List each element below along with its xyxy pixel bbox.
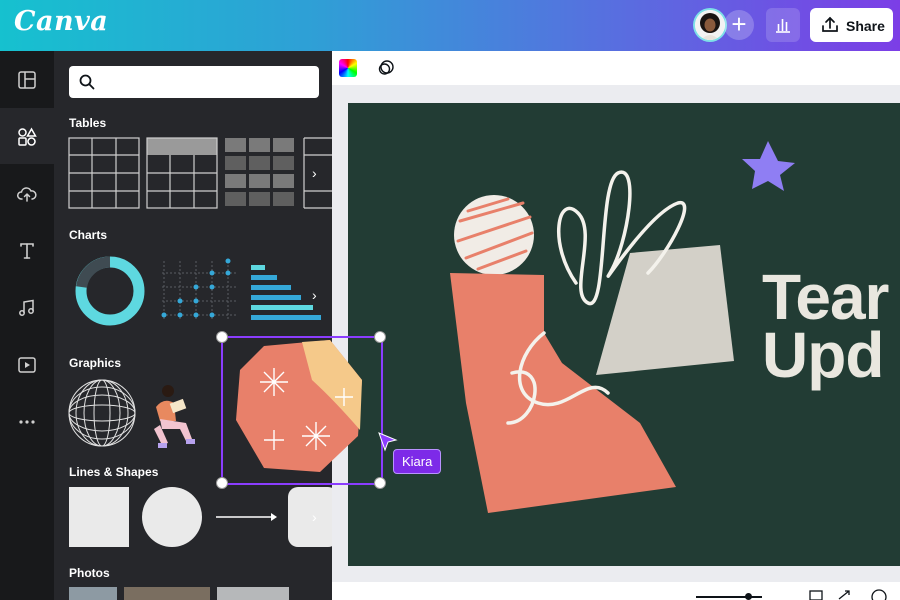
chart-thumb-bars[interactable] [251, 265, 321, 320]
selection-box[interactable] [221, 336, 383, 485]
fullscreen-icon[interactable] [837, 590, 851, 600]
rail-templates[interactable] [0, 51, 54, 107]
photo-thumb[interactable] [217, 587, 289, 600]
graphic-person-reading[interactable] [154, 385, 195, 448]
add-collaborator-button[interactable]: + [724, 10, 754, 40]
rail-text[interactable] [0, 222, 54, 278]
search-input[interactable] [69, 66, 319, 98]
charts-row [75, 256, 321, 326]
photo-thumb[interactable] [69, 587, 117, 600]
rail-elements[interactable] [0, 108, 54, 164]
side-rail [0, 51, 54, 600]
transparency-icon[interactable] [377, 59, 395, 77]
user-avatar[interactable] [695, 10, 725, 40]
bar-chart-icon [776, 19, 790, 33]
zoom-slider[interactable] [696, 596, 762, 598]
table-thumb-header[interactable] [146, 137, 218, 209]
shape-rounded-rect[interactable] [288, 487, 332, 547]
uploads-icon [17, 187, 37, 202]
collaborator-name-tag: Kiara [393, 449, 442, 474]
rail-video[interactable] [0, 336, 54, 392]
star-shape[interactable] [742, 141, 795, 191]
audio-icon [19, 299, 34, 316]
plus-icon: + [731, 9, 747, 39]
scribble-circle[interactable] [454, 195, 534, 275]
editor-toolbar [332, 51, 900, 85]
slide-title[interactable]: Tear Upd [762, 265, 889, 387]
tables-next-arrow[interactable]: › [312, 165, 317, 181]
elements-icon [18, 127, 37, 146]
pages-icon[interactable] [809, 590, 823, 600]
resize-handle[interactable] [216, 477, 228, 489]
rail-audio[interactable] [0, 279, 54, 335]
templates-icon [18, 71, 36, 89]
section-title-graphics: Graphics [69, 356, 122, 370]
design-slide[interactable]: Tear Upd [348, 103, 900, 566]
graphics-row [68, 379, 195, 448]
search-icon [79, 74, 95, 90]
table-thumb-partial[interactable] [303, 137, 332, 209]
chart-thumb-scatter[interactable] [161, 258, 239, 322]
table-thumb-grid[interactable] [68, 137, 140, 209]
shapes-row [69, 487, 332, 547]
section-title-tables: Tables [69, 116, 107, 130]
slide-title-line2: Upd [762, 319, 884, 391]
section-title-lines-shapes: Lines & Shapes [69, 465, 159, 479]
rail-more[interactable] [0, 393, 54, 449]
shape-square[interactable] [69, 487, 129, 547]
text-icon [20, 243, 34, 259]
shape-arrow-line[interactable] [216, 513, 277, 521]
share-button[interactable]: Share [810, 8, 893, 42]
color-picker-button[interactable] [339, 59, 357, 77]
tables-row [68, 137, 332, 209]
share-label: Share [846, 18, 885, 34]
more-icon [19, 420, 35, 424]
section-title-charts: Charts [69, 228, 108, 242]
resize-handle[interactable] [216, 331, 228, 343]
rail-uploads[interactable] [0, 165, 54, 221]
shapes-next-arrow[interactable]: › [312, 509, 317, 525]
table-thumb-filled[interactable] [225, 138, 294, 206]
elements-panel: Tables › Charts › Graphics Lines & Shape… [54, 51, 332, 600]
photo-thumb[interactable] [124, 587, 210, 600]
charts-next-arrow[interactable]: › [312, 287, 317, 303]
resize-handle[interactable] [374, 331, 386, 343]
video-icon [18, 357, 36, 373]
canva-logo[interactable]: Canva [14, 6, 108, 37]
chart-thumb-donut[interactable] [75, 256, 145, 326]
upload-icon [822, 16, 838, 32]
shape-circle[interactable] [142, 487, 202, 547]
top-bar: Canva + Share [0, 0, 900, 51]
bottom-bar [332, 582, 900, 600]
resize-handle[interactable] [374, 477, 386, 489]
insights-button[interactable] [766, 8, 800, 42]
graphic-wireframe-sphere[interactable] [68, 379, 136, 447]
section-title-photos: Photos [69, 566, 110, 580]
zoom-slider-handle[interactable] [745, 593, 752, 600]
help-icon[interactable] [871, 588, 887, 600]
